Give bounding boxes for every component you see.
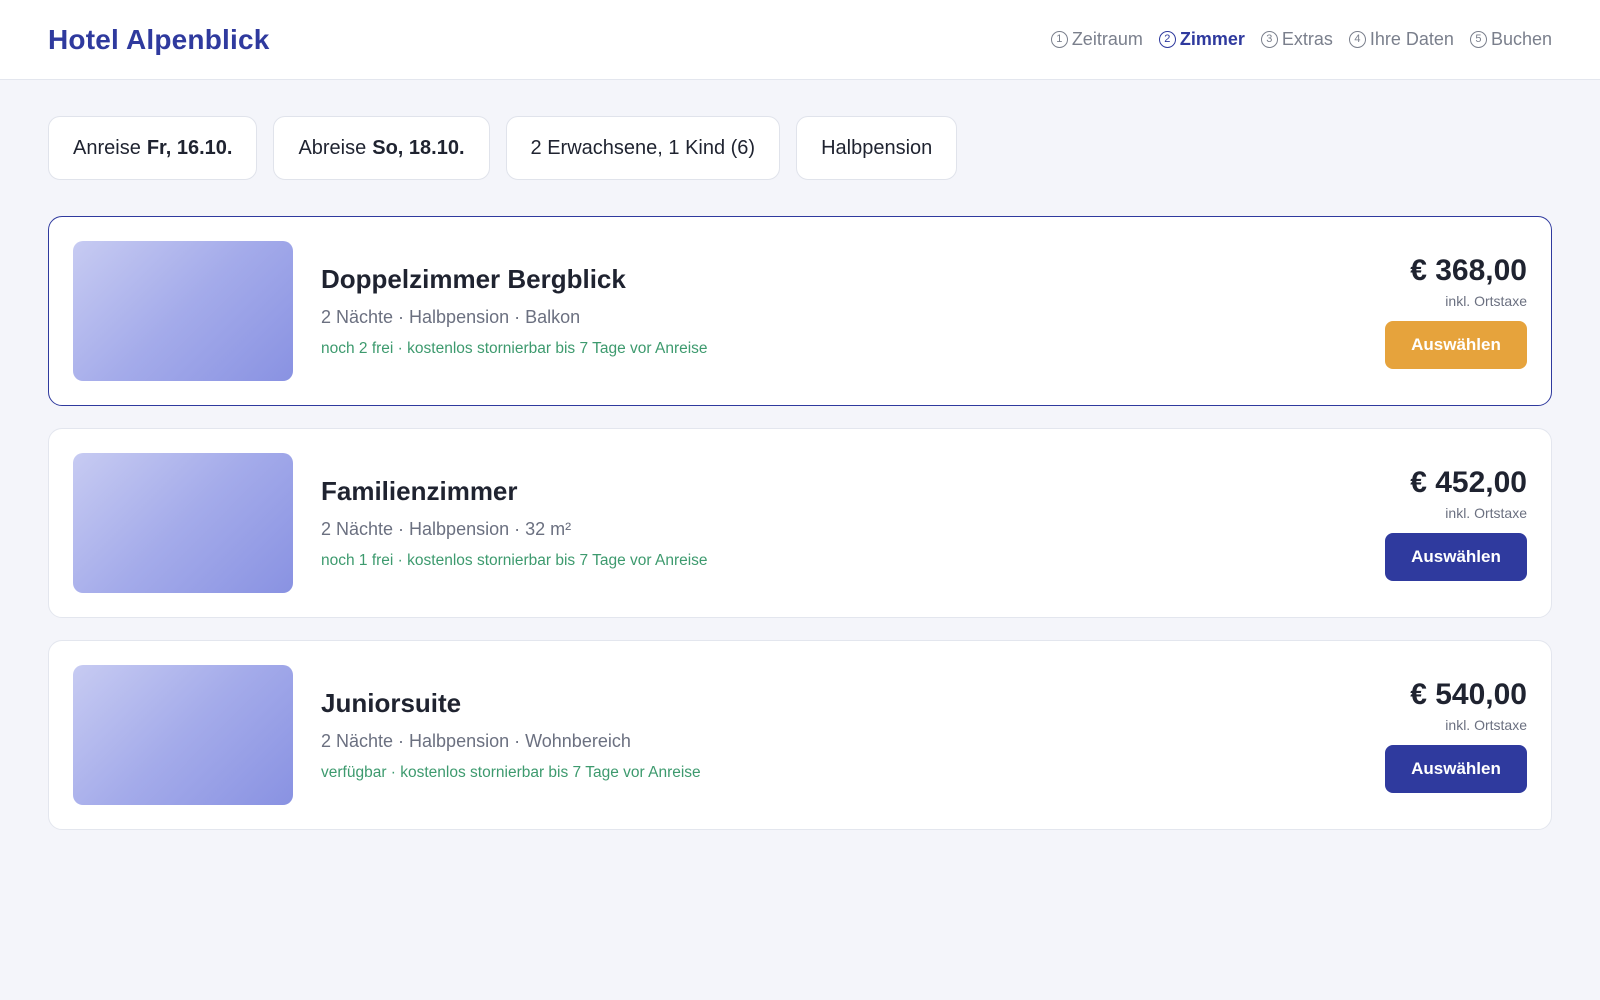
select-room-button[interactable]: Auswählen	[1385, 320, 1527, 369]
room-title: Juniorsuite	[321, 688, 462, 718]
step-ihre-daten[interactable]: 4 Ihre Daten	[1348, 29, 1454, 50]
booking-steps: 1 Zeitraum 2 Zimmer 3 Extras 4 Ihre Date…	[1050, 29, 1552, 50]
room-price: € 368,00	[1410, 253, 1527, 287]
departure-value: So, 18.10.	[372, 136, 465, 159]
hotel-brand-logo[interactable]: Hotel Alpenblick	[48, 24, 270, 56]
board-value: Halbpension	[821, 136, 933, 159]
room-price-column: € 540,00 inkl. Ortstaxe Auswählen	[1385, 678, 1527, 793]
room-info: Doppelzimmer Bergblick 2 Nächte · Halbpe…	[321, 264, 1385, 358]
step-number-icon: 2	[1158, 31, 1176, 48]
step-label: Zeitraum	[1071, 29, 1143, 49]
room-availability: noch 2 frei · kostenlos stornierbar bis …	[321, 340, 708, 357]
room-card-familienzimmer[interactable]: Familienzimmer 2 Nächte · Halbpension · …	[48, 428, 1552, 618]
select-room-button[interactable]: Auswählen	[1385, 532, 1527, 581]
room-card-doppelzimmer[interactable]: Doppelzimmer Bergblick 2 Nächte · Halbpe…	[48, 216, 1552, 406]
arrival-date-chip[interactable]: Anreise Fr, 16.10.	[48, 116, 258, 180]
booking-filters: Anreise Fr, 16.10. Abreise So, 18.10. 2 …	[0, 80, 1600, 180]
room-tax-note: inkl. Ortstaxe	[1445, 716, 1527, 733]
room-tax-note: inkl. Ortstaxe	[1445, 292, 1527, 309]
room-meta: 2 Nächte · Halbpension · Balkon	[321, 307, 581, 327]
step-label: Zimmer	[1179, 29, 1245, 49]
room-price: € 540,00	[1410, 677, 1527, 711]
room-info: Juniorsuite 2 Nächte · Halbpension · Woh…	[321, 688, 1385, 782]
room-meta: 2 Nächte · Halbpension · 32 m²	[321, 519, 572, 539]
step-zeitraum[interactable]: 1 Zeitraum	[1050, 29, 1143, 50]
room-availability: noch 1 frei · kostenlos stornierbar bis …	[321, 552, 708, 569]
guests-chip[interactable]: 2 Erwachsene, 1 Kind (6)	[505, 116, 781, 180]
select-room-button[interactable]: Auswählen	[1385, 744, 1527, 793]
board-chip[interactable]: Halbpension	[796, 116, 958, 180]
step-label: Ihre Daten	[1369, 29, 1454, 49]
step-label: Buchen	[1490, 29, 1552, 49]
step-number-icon: 4	[1348, 31, 1366, 48]
guests-value: 2 Erwachsene, 1 Kind (6)	[530, 136, 756, 159]
room-info: Familienzimmer 2 Nächte · Halbpension · …	[321, 476, 1385, 570]
room-price-column: € 368,00 inkl. Ortstaxe Auswählen	[1385, 254, 1527, 369]
room-price: € 452,00	[1410, 465, 1527, 499]
room-list: Doppelzimmer Bergblick 2 Nächte · Halbpe…	[0, 180, 1600, 830]
step-number-icon: 3	[1260, 31, 1278, 48]
step-extras[interactable]: 3 Extras	[1260, 29, 1333, 50]
departure-date-chip[interactable]: Abreise So, 18.10.	[273, 116, 490, 180]
departure-label: Abreise	[298, 136, 367, 159]
step-zimmer[interactable]: 2 Zimmer	[1158, 29, 1245, 50]
room-title: Familienzimmer	[321, 476, 518, 506]
step-number-icon: 1	[1050, 31, 1068, 48]
room-image	[73, 665, 293, 805]
room-meta: 2 Nächte · Halbpension · Wohnbereich	[321, 731, 631, 751]
step-label: Extras	[1281, 29, 1333, 49]
arrival-label: Anreise	[73, 136, 141, 159]
room-image	[73, 241, 293, 381]
step-buchen[interactable]: 5 Buchen	[1469, 29, 1552, 50]
arrival-value: Fr, 16.10.	[146, 136, 233, 159]
step-number-icon: 5	[1469, 31, 1487, 48]
room-image	[73, 453, 293, 593]
room-tax-note: inkl. Ortstaxe	[1445, 504, 1527, 521]
room-availability: verfügbar · kostenlos stornierbar bis 7 …	[321, 764, 701, 781]
header-bar: Hotel Alpenblick 1 Zeitraum 2 Zimmer 3 E…	[0, 0, 1600, 80]
room-title: Doppelzimmer Bergblick	[321, 264, 626, 294]
room-card-juniorsuite[interactable]: Juniorsuite 2 Nächte · Halbpension · Woh…	[48, 640, 1552, 830]
room-price-column: € 452,00 inkl. Ortstaxe Auswählen	[1385, 466, 1527, 581]
